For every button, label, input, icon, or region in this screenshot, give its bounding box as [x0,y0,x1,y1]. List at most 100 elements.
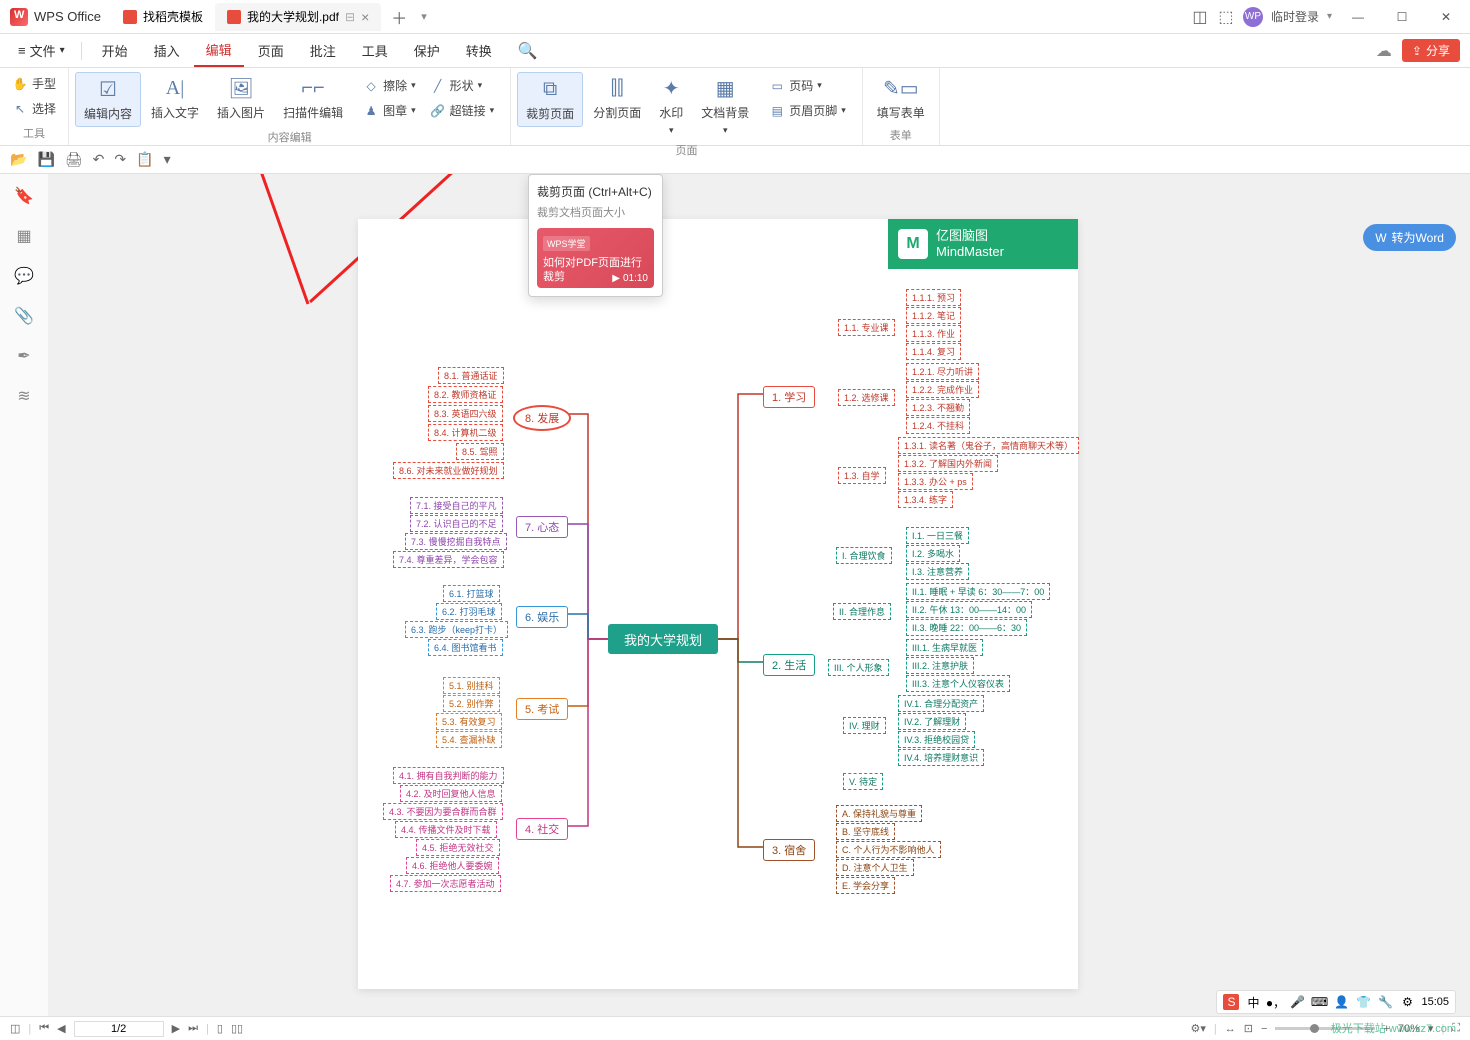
share-button[interactable]: ⇪ 分享 [1402,39,1460,62]
pagenum-button[interactable]: ▭页码▾ [763,74,852,97]
status-bar: ◫ | ⏮ ◀ ▶ ⏭ | ▯ ▯▯ ⚙▾ | ↔ ⊡ − + 70% ▾ | … [0,1016,1470,1040]
fill-form-button[interactable]: ✎▭ 填写表单 [869,72,933,125]
login-status[interactable]: 临时登录 [1271,8,1319,25]
tray-user-icon[interactable]: 👤 [1333,994,1349,1010]
file-menu[interactable]: ≡ 文件 ▾ [10,37,73,64]
open-folder-icon[interactable]: 📂 [10,151,27,168]
watermark-button[interactable]: ✦ 水印▾ [651,72,691,140]
tray-gear-icon[interactable]: ⚙ [1399,994,1415,1010]
wps-logo-icon [10,8,28,26]
menu-tools[interactable]: 工具 [350,35,400,66]
title-bar: WPS Office 找稻壳模板 我的大学规划.pdf ⊟ × ＋ ▾ ◫ ⬚ … [0,0,1470,34]
shape-button[interactable]: ╱形状▾ [424,74,489,97]
clipboard-icon[interactable]: 📋 [136,151,153,168]
hyperlink-button[interactable]: 🔗超链接▾ [424,99,501,122]
cloud-sync-icon[interactable]: ☁ [1376,41,1392,61]
tray-skin-icon[interactable]: 👕 [1355,994,1371,1010]
branch-4: 4. 社交 [516,818,568,840]
tray-keyboard-icon[interactable]: ⌨ [1311,994,1327,1010]
sidebar-toggle-icon[interactable]: ◫ [10,1022,20,1035]
tooltip-shortcut: (Ctrl+Alt+C) [588,185,651,199]
chevron-down-icon: ▾ [60,45,65,56]
form-icon: ✎▭ [889,76,913,100]
tray-punct-icon[interactable]: ●， [1267,994,1283,1010]
page-last-icon[interactable]: ⏭ [188,1022,198,1035]
branch-1: 1. 学习 [763,386,815,408]
menu-protect[interactable]: 保护 [402,35,452,66]
avatar[interactable]: WP [1243,7,1263,27]
erase-button[interactable]: ◇擦除▾ [357,74,422,97]
insert-image-button[interactable]: 🖼 插入图片 [209,72,273,125]
fit-width-icon[interactable]: ↔ [1225,1023,1236,1035]
save-icon[interactable]: 💾 [37,151,54,168]
document-viewport[interactable]: 裁剪页面 (Ctrl+Alt+C) 裁剪文档页面大小 WPS学堂 如何对PDF页… [48,174,1470,1016]
view-settings-icon[interactable]: ⚙▾ [1191,1022,1206,1035]
window-close-button[interactable]: ✕ [1428,2,1464,32]
tray-ime-icon[interactable]: 中 [1245,994,1261,1010]
bookmark-icon[interactable]: 🔖 [14,186,34,206]
view-continuous-icon[interactable]: ▯ [217,1022,223,1035]
window-maximize-button[interactable]: ☐ [1384,2,1420,32]
tab-pin-icon[interactable]: ⊟ [345,10,355,24]
cursor-icon: ↖ [12,101,28,117]
headerfooter-button[interactable]: ▤页眉页脚▾ [763,99,852,122]
tab-menu-icon[interactable]: ▾ [417,10,431,23]
stamp-button[interactable]: ♟图章▾ [357,99,422,122]
tab-add-button[interactable]: ＋ [381,5,417,29]
line-icon: ╱ [430,78,446,94]
convert-to-word-button[interactable]: W 转为Word [1363,224,1456,251]
menu-page[interactable]: 页面 [246,35,296,66]
select-tool-button[interactable]: ↖ 选择 [6,97,62,120]
insert-text-button[interactable]: A| 插入文字 [143,72,207,125]
watermark-icon: ✦ [659,76,683,100]
crop-icon: ⧉ [538,77,562,101]
tray-mic-icon[interactable]: 🎤 [1289,994,1305,1010]
tooltip-title: 裁剪页面 [537,185,585,199]
split-page-button[interactable]: ⫿⫿ 分割页面 [585,72,649,125]
menu-convert[interactable]: 转换 [454,35,504,66]
hand-tool-button[interactable]: ✋ 手型 [6,72,62,95]
window-minimize-button[interactable]: — [1340,2,1376,32]
view-two-page-icon[interactable]: ▯▯ [231,1022,243,1035]
scan-edit-button[interactable]: ⌐⌐ 扫描件编辑 [275,72,351,125]
attachment-icon[interactable]: 📎 [14,306,34,326]
menu-edit[interactable]: 编辑 [194,34,244,67]
menu-annotate[interactable]: 批注 [298,35,348,66]
login-dropdown-icon[interactable]: ▾ [1327,11,1332,22]
tooltip-video-card[interactable]: WPS学堂 如何对PDF页面进行裁剪 ▶ 01:10 [537,228,654,288]
branch-8: 8. 发展 [513,405,571,431]
crop-tooltip: 裁剪页面 (Ctrl+Alt+C) 裁剪文档页面大小 WPS学堂 如何对PDF页… [528,174,663,297]
crop-page-button[interactable]: ⧉ 裁剪页面 [517,72,583,127]
layers-icon[interactable]: ≋ [17,386,30,406]
cube-icon[interactable]: ⬚ [1217,8,1235,26]
undo-icon[interactable]: ↶ [93,151,105,168]
print-icon[interactable]: 🖨 [65,151,83,168]
text-icon: A| [163,76,187,100]
tab-close-icon[interactable]: × [361,9,369,25]
edit-content-button[interactable]: ☑ 编辑内容 [75,72,141,127]
tray-sogou-icon[interactable]: S [1223,994,1239,1010]
comment-icon[interactable]: 💬 [14,266,34,286]
tray-tool-icon[interactable]: 🔧 [1377,994,1393,1010]
menu-insert[interactable]: 插入 [142,35,192,66]
word-icon: W [1375,231,1386,245]
zoom-out-icon[interactable]: − [1261,1023,1267,1035]
page-prev-icon[interactable]: ◀ [57,1022,65,1035]
page-number-input[interactable] [74,1021,164,1037]
panel-toggle-icon[interactable]: ◫ [1191,8,1209,26]
search-icon[interactable]: 🔍 [506,41,550,61]
doc-bg-button[interactable]: ▦ 文档背景▾ [693,72,757,140]
signature-icon[interactable]: ✒ [17,346,30,366]
menu-start[interactable]: 开始 [90,35,140,66]
tab-active-doc[interactable]: 我的大学规划.pdf ⊟ × [215,3,381,31]
page-first-icon[interactable]: ⏮ [39,1022,49,1035]
ribbon: ✋ 手型 ↖ 选择 工具 ☑ 编辑内容 A| 插入文字 🖼 [0,68,1470,146]
fit-page-icon[interactable]: ⊡ [1244,1022,1253,1035]
page-next-icon[interactable]: ▶ [172,1022,180,1035]
redo-icon[interactable]: ↷ [114,151,126,168]
branch-2: 2. 生活 [763,654,815,676]
tab-template[interactable]: 找稻壳模板 [111,3,215,31]
more-icon[interactable]: ▾ [164,151,171,168]
ribbon-group-page: ⧉ 裁剪页面 ⫿⫿ 分割页面 ✦ 水印▾ ▦ 文档背景▾ ▭页码▾ ▤页眉页脚▾… [511,68,863,145]
thumbnail-icon[interactable]: ▦ [16,226,31,246]
